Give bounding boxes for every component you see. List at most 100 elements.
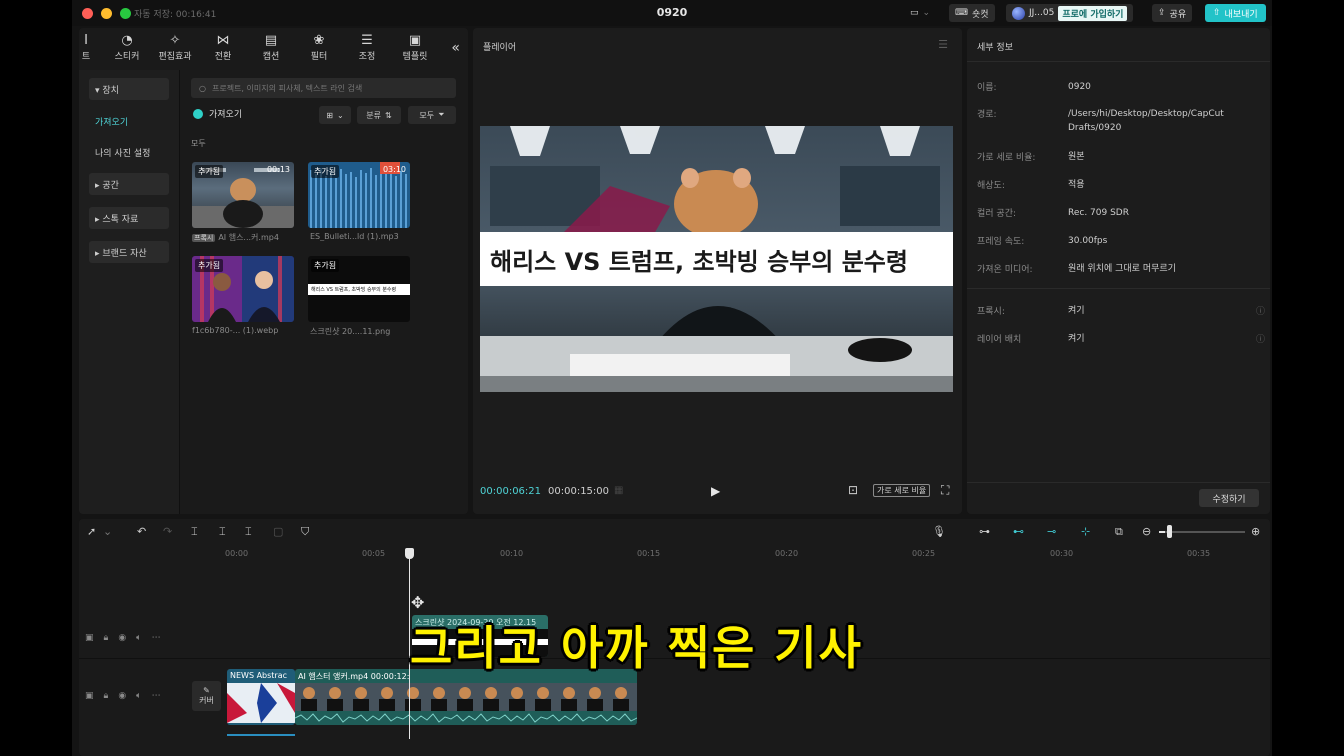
export-label: 내보내기 <box>1224 9 1258 20</box>
video-preview[interactable]: 해리스 VS 트럼프, 초박빙 승부의 분수령 <box>480 126 953 392</box>
toolbar-sticker[interactable]: ◔ 스티커 <box>103 28 151 68</box>
select-tool-icon[interactable]: ➚ <box>87 525 96 538</box>
zoom-out-icon[interactable]: ⊖ <box>1142 525 1151 538</box>
view-mode-dropdown[interactable]: ⊞ ⌄ <box>319 106 351 124</box>
microphone-icon[interactable]: 🎙 <box>932 525 946 538</box>
details-panel: 세부 정보 이름: 0920 경로: /Users/hi/Desktop/Des… <box>967 28 1270 514</box>
import-button[interactable]: 가져오기 <box>193 107 242 120</box>
track-toggle-icon[interactable]: ▣ <box>85 633 94 643</box>
sort-dropdown[interactable]: 분류 ⇅ <box>357 106 401 124</box>
account-button[interactable]: JJ...05 프로에 가입하기 <box>1006 4 1134 22</box>
playhead-handle[interactable] <box>405 548 414 559</box>
toolbar-label: 캡션 <box>262 52 280 62</box>
title-caption-bar[interactable]: 해리스 VS 트럼프, 초박빙 승부의 분수령 <box>480 232 953 286</box>
sidebar-item-import[interactable]: 가져오기 <box>89 110 169 132</box>
split-icon[interactable]: ⌶ <box>191 525 198 539</box>
caption-icon: ▤ <box>264 33 278 48</box>
fullscreen-icon[interactable]: ⛶ <box>941 483 949 498</box>
sidebar-item-device[interactable]: ▾ 장치 <box>89 78 169 100</box>
eye-icon[interactable]: ◉ <box>118 691 126 701</box>
trim-right-icon[interactable]: ⌶ <box>245 525 252 539</box>
aspect-ratio-button[interactable]: 가로 세로 비율 <box>873 484 931 497</box>
grid-icon: ⊞ <box>326 110 333 120</box>
screenshot-icon[interactable]: ⊡ <box>848 483 858 497</box>
toolbar-label: 스티커 <box>114 52 140 62</box>
lock-icon[interactable]: 🔒︎ <box>104 633 109 643</box>
toolbar-adjust[interactable]: ☰ 조정 <box>343 28 391 68</box>
added-badge: 추가됨 <box>195 259 224 272</box>
effects-icon: ✧ <box>169 33 181 48</box>
align-icon[interactable]: ⊹ <box>1081 525 1090 538</box>
media-item-audio[interactable]: 추가됨 03:10 <box>308 162 410 228</box>
title-caption-text: 해리스 VS 트럼프, 초박빙 승부의 분수령 <box>490 247 908 276</box>
toolbar-transition[interactable]: ⋈ 전환 <box>199 28 247 68</box>
snap-icon[interactable]: ⊸ <box>1047 525 1056 538</box>
media-item-name: 프록시 AI 햄스...커.mp4 <box>192 232 296 243</box>
share-button[interactable]: ⇪ 공유 <box>1152 4 1193 22</box>
track-toggle-icon[interactable]: ▣ <box>85 691 94 701</box>
toolbar-template[interactable]: ▣ 템플릿 <box>391 28 439 68</box>
collapse-panel-icon[interactable]: « <box>451 40 460 56</box>
speaker-icon[interactable]: 🔈︎ <box>136 633 141 643</box>
menu-icon[interactable]: ☰ <box>938 38 948 51</box>
info-icon[interactable]: ⓘ <box>1256 332 1265 345</box>
eye-icon[interactable]: ◉ <box>118 633 126 643</box>
toolbar-filter[interactable]: ❀ 필터 <box>295 28 343 68</box>
player-title: 플레이어 <box>483 43 517 53</box>
adjust-icon: ☰ <box>361 33 373 48</box>
trim-left-icon[interactable]: ⌶ <box>219 525 226 539</box>
news-clip[interactable]: NEWS Abstrac <box>227 669 295 725</box>
layout-toggle[interactable]: ▭ ⌄ <box>910 4 930 22</box>
link-icon[interactable]: ⊶ <box>979 525 990 538</box>
delete-icon[interactable]: ▢ <box>273 525 283 538</box>
edit-button[interactable]: 수정하기 <box>1199 489 1259 507</box>
more-icon[interactable]: ⋯ <box>152 633 161 643</box>
preview-icon[interactable]: ⧉ <box>1115 525 1123 539</box>
play-icon[interactable]: ▶ <box>711 484 720 498</box>
toolbar-text[interactable]: I 트 <box>79 28 93 68</box>
chevron-down-icon: ⌄ <box>337 110 344 120</box>
detail-key: 컬러 공간: <box>977 209 1017 219</box>
sidebar-item-space[interactable]: ▸ 공간 <box>89 173 169 195</box>
media-item-png[interactable]: 해리스 VS 트럼프, 초박빙 승부의 분수령 추가됨 <box>308 256 410 322</box>
media-search-input[interactable]: ○ 프로젝트, 이미지의 피사체, 텍스트 라인 검색 <box>191 78 456 98</box>
detail-value: Rec. 709 SDR <box>1068 208 1129 218</box>
speaker-icon[interactable]: 🔈︎ <box>136 691 141 701</box>
lock-icon[interactable]: 🔒︎ <box>104 691 109 701</box>
clip-label: NEWS Abstrac <box>230 671 288 680</box>
sidebar-item-brand[interactable]: ▸ 브랜드 자산 <box>89 241 169 263</box>
sticker-icon: ◔ <box>121 33 133 48</box>
details-title: 세부 정보 <box>977 43 1013 53</box>
audio-waveform <box>295 711 637 725</box>
added-badge: 추가됨 <box>195 165 224 178</box>
upload-icon: ⇧ <box>1213 8 1221 18</box>
timeline-grid-icon[interactable]: ▦ <box>614 485 623 496</box>
zoom-in-icon[interactable]: ⊕ <box>1251 525 1260 538</box>
filter-dropdown[interactable]: 모두 ⏷ <box>408 106 456 124</box>
pro-signup-badge[interactable]: 프로에 가입하기 <box>1058 5 1128 21</box>
magnet-icon[interactable]: ⊷ <box>1013 525 1024 538</box>
search-placeholder: 프로젝트, 이미지의 피사체, 텍스트 라인 검색 <box>211 83 363 93</box>
shortcut-button[interactable]: ⌨ 숏컷 <box>949 4 995 22</box>
export-button[interactable]: ⇧ 내보내기 <box>1205 4 1266 22</box>
undo-icon[interactable]: ↶ <box>137 525 146 538</box>
ruler-tick: 00:10 <box>500 549 524 558</box>
template-icon: ▣ <box>408 33 422 48</box>
redo-icon[interactable]: ↷ <box>163 525 172 538</box>
info-icon[interactable]: ⓘ <box>1256 304 1265 317</box>
ruler-tick: 00:20 <box>775 549 799 558</box>
sidebar-item-my-photos[interactable]: 나의 사진 설정 <box>89 141 169 163</box>
time-ruler[interactable]: 00:00 00:05 00:10 00:15 00:20 00:25 00:3… <box>79 547 1270 561</box>
more-icon[interactable]: ⋯ <box>152 691 161 701</box>
toolbar-effects[interactable]: ✧ 편집효과 <box>151 28 199 68</box>
media-item-webp[interactable]: 추가됨 <box>192 256 294 322</box>
media-item-hamster-video[interactable]: 추가됨 00:13 <box>192 162 294 228</box>
toolbar-caption[interactable]: ▤ 캡션 <box>247 28 295 68</box>
cover-label: 커버 <box>199 696 214 705</box>
sidebar-item-stock[interactable]: ▸ 스톡 자료 <box>89 207 169 229</box>
zoom-slider-handle[interactable] <box>1167 525 1172 538</box>
cover-button[interactable]: ✎ 커버 <box>192 681 221 711</box>
chevron-down-icon[interactable]: ⌄ <box>103 525 112 538</box>
ruler-tick: 00:00 <box>225 549 249 558</box>
shield-icon[interactable]: ⛉ <box>301 525 309 539</box>
